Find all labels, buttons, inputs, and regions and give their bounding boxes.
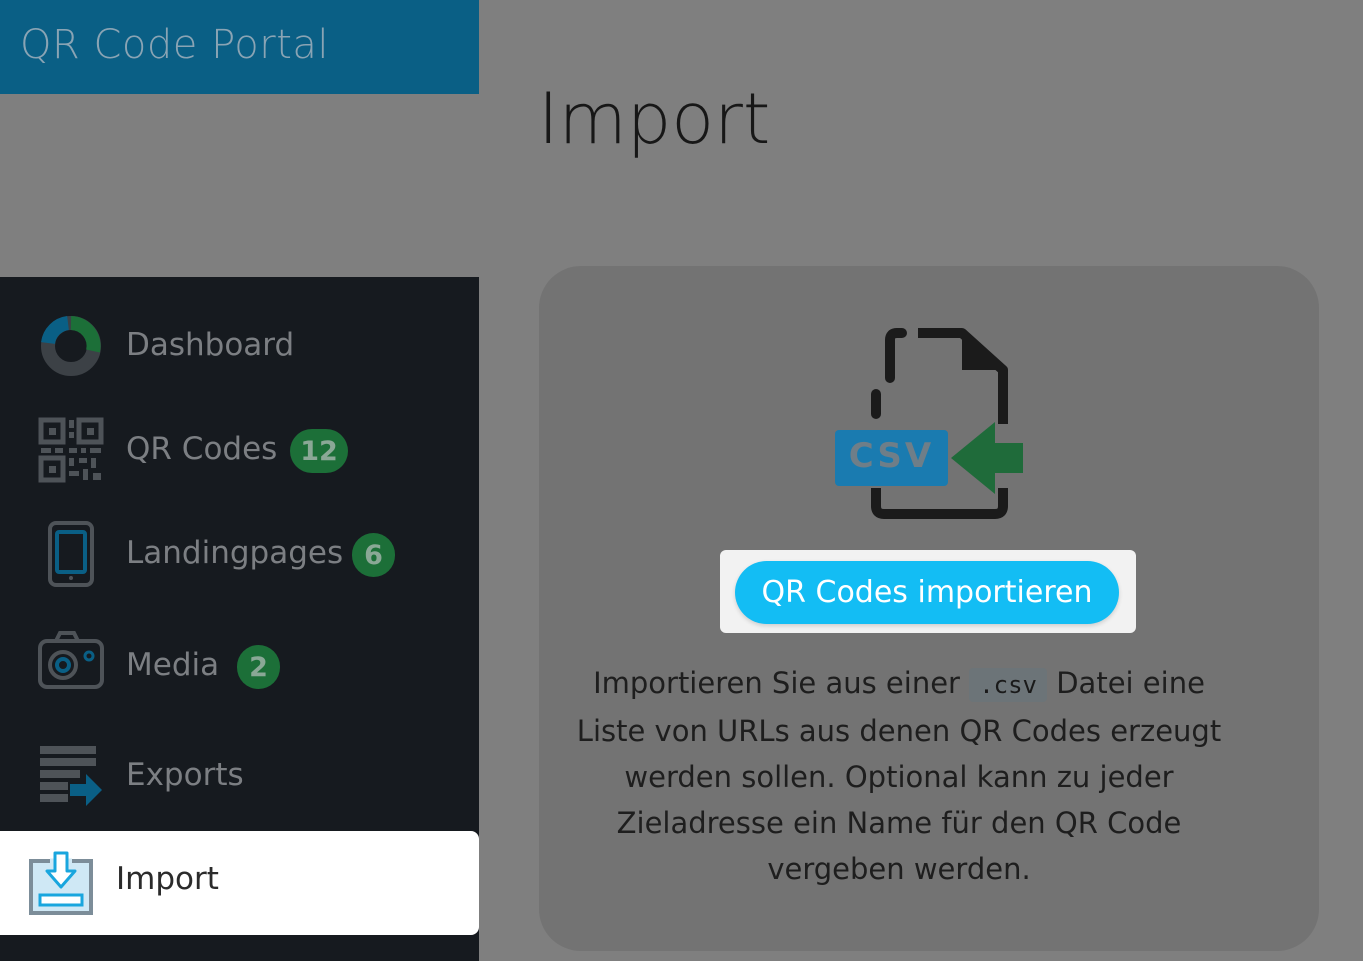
profile-area [0, 94, 479, 277]
media-count-badge: 2 [237, 645, 280, 689]
landingpages-count-badge: 6 [352, 533, 395, 577]
import-description: Importieren Sie aus einer .csv Datei ein… [566, 660, 1232, 892]
description-text-before: Importieren Sie aus einer [593, 666, 970, 700]
sidebar-item-import[interactable]: Import [0, 831, 479, 935]
sidebar-item-media[interactable]: Media 2 [0, 605, 479, 709]
sidebar-item-exports[interactable]: Exports [0, 711, 479, 815]
export-icon [38, 741, 104, 807]
sidebar-item-label: Landingpages [126, 535, 344, 571]
sidebar: QR Code Portal Dashboard QR Codes 12 Lan… [0, 0, 479, 961]
app-title[interactable]: QR Code Portal [20, 22, 329, 68]
csv-tag-label: CSV [848, 436, 935, 476]
sidebar-item-label: Exports [126, 757, 244, 793]
sidebar-item-label: Import [116, 861, 219, 897]
qr-codes-count-badge: 12 [290, 429, 348, 473]
qr-code-icon [38, 417, 104, 483]
sidebar-item-dashboard[interactable]: Dashboard [0, 293, 479, 397]
page-title: Import [538, 78, 771, 160]
camera-icon [38, 629, 104, 695]
dashboard-donut-icon [38, 313, 104, 379]
brand-bar: QR Code Portal [0, 0, 479, 94]
import-qr-codes-button[interactable]: QR Codes importieren [735, 561, 1119, 624]
sidebar-item-label: QR Codes [126, 431, 278, 467]
import-tray-icon [28, 851, 94, 917]
mobile-phone-icon [38, 521, 104, 587]
csv-extension-code: .csv [969, 668, 1047, 702]
sidebar-item-label: Dashboard [126, 327, 295, 363]
sidebar-item-qr-codes[interactable]: QR Codes 12 [0, 397, 479, 501]
sidebar-item-label: Media [126, 647, 220, 683]
sidebar-item-landingpages[interactable]: Landingpages 6 [0, 501, 479, 605]
csv-file-import-icon: CSV [830, 328, 1030, 523]
